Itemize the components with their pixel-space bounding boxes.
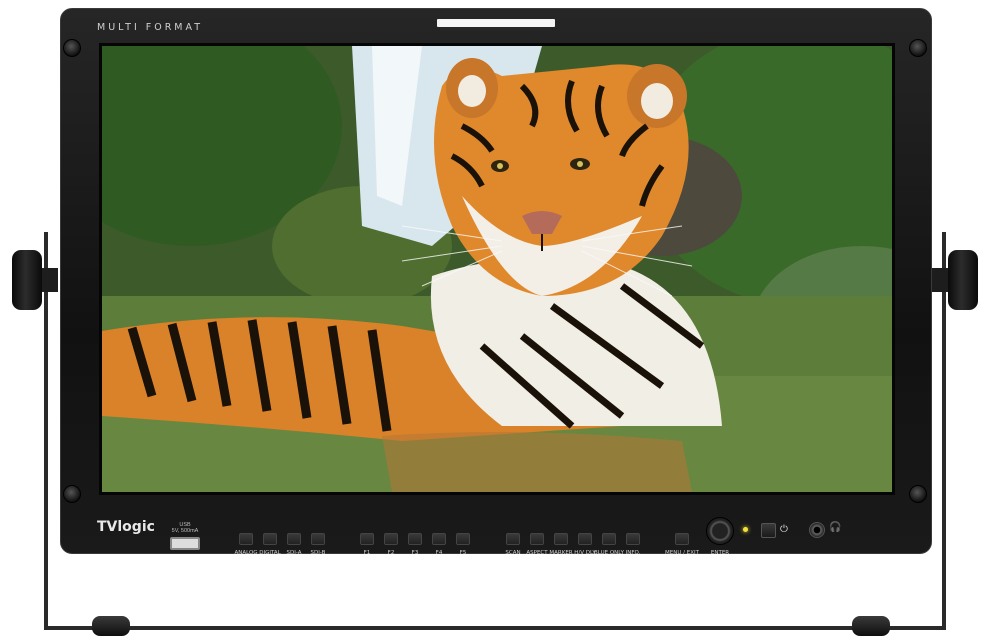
menu-exit-button[interactable] xyxy=(675,533,689,545)
power-led xyxy=(743,527,748,532)
display-screen xyxy=(99,43,895,495)
f4-button-label: F4 xyxy=(435,550,443,556)
stand-base-bar xyxy=(44,626,946,630)
hv-delay-button-label: H/V DLY xyxy=(574,550,596,556)
tilt-knob-left[interactable] xyxy=(12,250,42,310)
stand-foot-right xyxy=(852,616,890,636)
hv-delay-button[interactable] xyxy=(578,533,592,545)
info-button-label: INFO. xyxy=(625,550,641,556)
info-button[interactable] xyxy=(626,533,640,545)
screw-icon xyxy=(909,485,927,503)
sdi-a-button[interactable] xyxy=(287,533,301,545)
scan-button-label: SCAN xyxy=(505,550,521,556)
sdi-b-button[interactable] xyxy=(311,533,325,545)
menu-exit-button-label: MENU / EXIT xyxy=(665,550,699,556)
digital-button-label: DIGITAL xyxy=(259,550,281,556)
power-button[interactable] xyxy=(761,523,776,538)
tiger-image xyxy=(102,46,892,492)
enter-dial[interactable] xyxy=(706,517,734,545)
usb-label-rating: 5V, 500mA xyxy=(171,528,199,534)
analog-button-label: ANALOG xyxy=(234,550,258,556)
tally-lamp xyxy=(437,19,555,27)
enter-dial-label: ENTER xyxy=(710,550,730,556)
f1-button-label: F1 xyxy=(363,550,371,556)
f3-button-label: F3 xyxy=(411,550,419,556)
f5-button[interactable] xyxy=(456,533,470,545)
model-label: MULTI FORMAT xyxy=(97,22,204,33)
sdi-b-button-label: SDI-B xyxy=(310,550,326,556)
scan-button[interactable] xyxy=(506,533,520,545)
analog-button[interactable] xyxy=(239,533,253,545)
f5-button-label: F5 xyxy=(459,550,467,556)
screw-icon xyxy=(63,39,81,57)
f1-button[interactable] xyxy=(360,533,374,545)
usb-label: USB 5V, 500mA xyxy=(167,522,203,534)
marker-button[interactable] xyxy=(554,533,568,545)
blue-only-button-label: BLUE ONLY xyxy=(594,550,624,556)
digital-button[interactable] xyxy=(263,533,277,545)
tilt-knob-right[interactable] xyxy=(948,250,978,310)
sdi-a-button-label: SDI-A xyxy=(286,550,302,556)
knob-stem-left xyxy=(40,268,58,292)
stand-foot-left xyxy=(92,616,130,636)
headphone-icon: 🎧 xyxy=(829,522,842,533)
marker-button-label: MARKER xyxy=(549,550,573,556)
f4-button[interactable] xyxy=(432,533,446,545)
screw-icon xyxy=(909,39,927,57)
usb-port[interactable] xyxy=(170,537,200,550)
headphone-jack[interactable] xyxy=(809,522,825,538)
screw-icon xyxy=(63,485,81,503)
blue-only-button[interactable] xyxy=(602,533,616,545)
aspect-button-label: ASPECT xyxy=(526,550,548,556)
f3-button[interactable] xyxy=(408,533,422,545)
power-icon: ⏻ xyxy=(780,524,788,535)
brand-logo: TVlogic xyxy=(97,519,155,535)
f2-button[interactable] xyxy=(384,533,398,545)
f2-button-label: F2 xyxy=(387,550,395,556)
aspect-button[interactable] xyxy=(530,533,544,545)
monitor-body: MULTI FORMAT TVlogic USB 5V, 500mA ANALO… xyxy=(60,8,932,556)
